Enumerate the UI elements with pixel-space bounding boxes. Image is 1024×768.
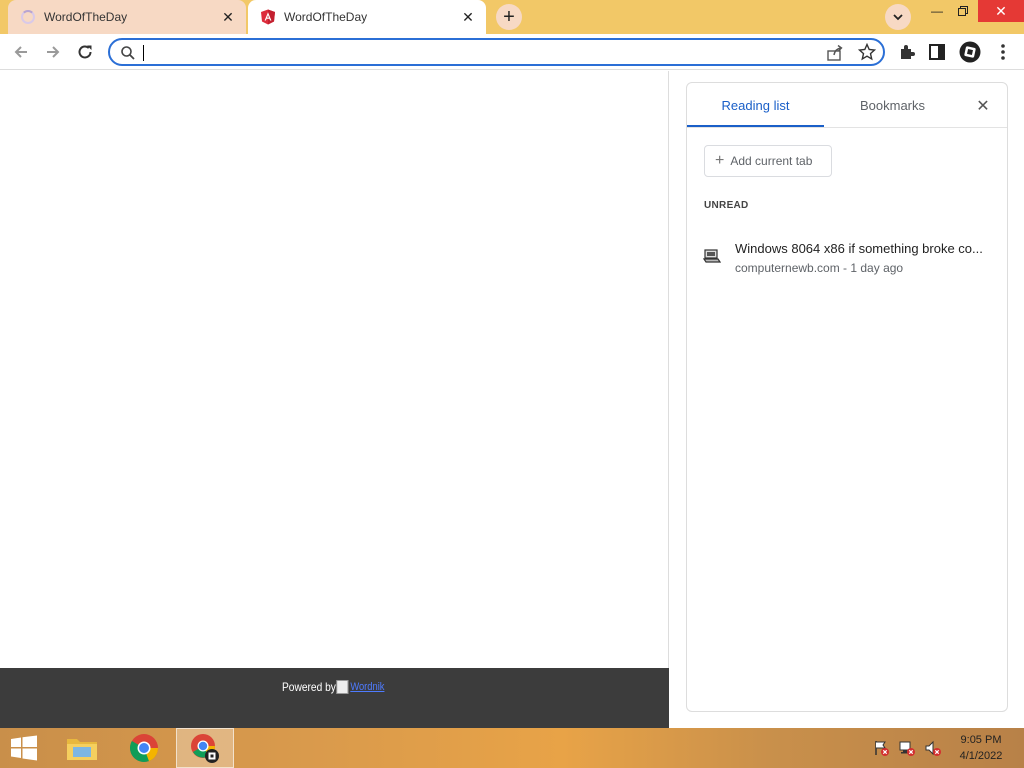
- tab-title: WordOfTheDay: [284, 10, 368, 24]
- volume-muted-icon[interactable]: [924, 739, 942, 757]
- plus-icon: +: [715, 152, 725, 169]
- add-current-tab-label: Add current tab: [730, 154, 813, 168]
- chrome-taskbar-icon[interactable]: [122, 728, 166, 768]
- browser-toolbar: [0, 34, 1024, 70]
- page-content: [0, 71, 669, 668]
- angular-icon: [260, 9, 276, 25]
- tab-strip: WordOfTheDay ✕ WordOfTheDay ✕ + — ✕: [0, 0, 1024, 34]
- tab-wordoftheday-active[interactable]: WordOfTheDay ✕: [248, 0, 486, 34]
- action-center-flag-icon[interactable]: [872, 739, 890, 757]
- close-window-icon[interactable]: ✕: [978, 0, 1024, 22]
- clock-time: 9:05 PM: [960, 734, 1002, 746]
- add-current-tab-button[interactable]: + Add current tab: [704, 145, 832, 177]
- text-caret: [143, 45, 144, 61]
- profile-avatar-icon[interactable]: [957, 39, 983, 65]
- file-explorer-icon[interactable]: [60, 728, 104, 768]
- taskbar-clock[interactable]: 9:05 PM 4/1/2022: [945, 732, 1017, 764]
- share-icon[interactable]: [826, 44, 844, 62]
- broken-image-icon: [336, 680, 349, 694]
- bookmark-star-icon[interactable]: [858, 43, 876, 61]
- reading-list-item-title: Windows 8064 x86 if something broke co..…: [735, 241, 983, 256]
- system-tray: [872, 739, 942, 757]
- taskbar: 9:05 PM 4/1/2022: [0, 728, 1024, 768]
- reload-icon[interactable]: [72, 39, 98, 65]
- footer-powered-by: Powered by Wordnik: [282, 680, 384, 694]
- unread-section-label: UNREAD: [704, 200, 749, 211]
- side-panel: Reading list Bookmarks ✕ + Add current t…: [686, 82, 1008, 712]
- side-panel-icon[interactable]: [924, 39, 950, 65]
- tab-wordoftheday-loading[interactable]: WordOfTheDay ✕: [8, 0, 246, 34]
- search-icon: [121, 46, 135, 60]
- forward-arrow-icon[interactable]: [40, 39, 66, 65]
- close-tab-icon[interactable]: ✕: [218, 7, 238, 27]
- menu-kebab-icon[interactable]: [990, 39, 1016, 65]
- divider: [687, 127, 1007, 128]
- close-tab-icon[interactable]: ✕: [458, 7, 478, 27]
- wordnik-link[interactable]: Wordnik: [336, 680, 385, 694]
- address-input[interactable]: [142, 44, 822, 62]
- reading-list-item-meta: computernewb.com - 1 day ago: [735, 261, 904, 275]
- reading-list-item[interactable]: Windows 8064 x86 if something broke co..…: [687, 231, 1007, 283]
- tab-bookmarks[interactable]: Bookmarks: [824, 83, 961, 127]
- footer-powered-by-text: Powered by: [282, 680, 336, 694]
- extensions-puzzle-icon[interactable]: [894, 39, 920, 65]
- tab-search-chevron-down-icon[interactable]: [885, 4, 911, 30]
- loading-spinner-icon: [20, 9, 36, 25]
- tab-reading-list[interactable]: Reading list: [687, 83, 824, 127]
- clock-date: 4/1/2022: [959, 750, 1003, 762]
- chrome-profile-taskbar-icon[interactable]: [176, 728, 234, 768]
- windows-start-icon[interactable]: [4, 728, 44, 768]
- tab-title: WordOfTheDay: [44, 10, 128, 24]
- close-side-panel-icon[interactable]: ✕: [973, 96, 993, 116]
- restore-window-icon[interactable]: [948, 0, 978, 22]
- network-icon[interactable]: [898, 739, 916, 757]
- wordnik-link-text: Wordnik: [350, 681, 385, 693]
- computer-icon: [703, 249, 721, 263]
- new-tab-button[interactable]: +: [496, 4, 522, 30]
- page-footer: Powered by Wordnik: [0, 668, 669, 728]
- back-arrow-icon[interactable]: [8, 39, 34, 65]
- address-bar[interactable]: [108, 38, 885, 66]
